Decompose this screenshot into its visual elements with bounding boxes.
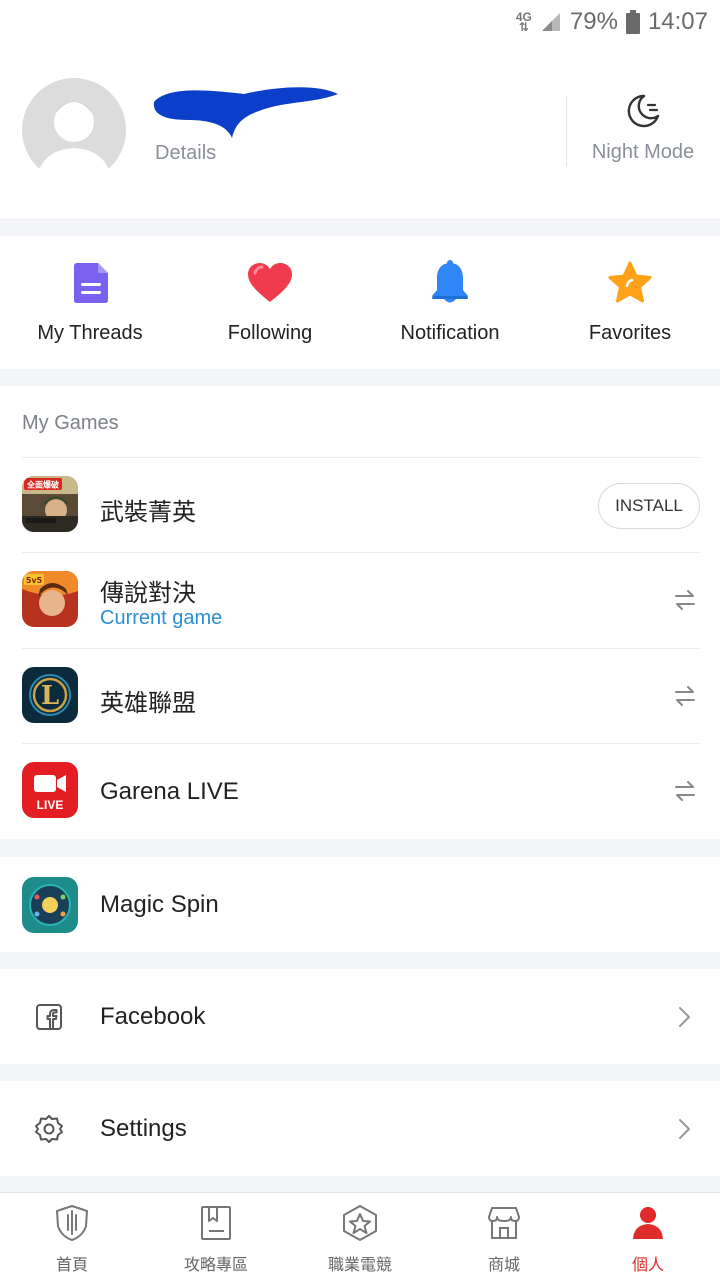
- book-icon: [201, 1206, 231, 1240]
- status-bar: 4G ⇅ 79% 14:07: [0, 0, 720, 46]
- moon-icon: [627, 94, 660, 128]
- settings-row[interactable]: Settings: [0, 1081, 720, 1176]
- following-label: Following: [227, 322, 313, 344]
- game-icon-arena-of-valor: 5v5: [22, 571, 78, 627]
- nav-esports[interactable]: 職業電競: [288, 1193, 432, 1280]
- star-badge-icon: [343, 1205, 377, 1241]
- gear-icon: [35, 1115, 63, 1143]
- nav-home-label: 首頁: [55, 1257, 88, 1274]
- svg-text:L: L: [41, 681, 59, 711]
- night-mode-label: Night Mode: [591, 141, 695, 163]
- facebook-row[interactable]: Facebook: [0, 969, 720, 1064]
- nav-guides-label: 攻略專區: [183, 1257, 248, 1274]
- game-name: 武裝菁英: [100, 499, 196, 526]
- game-name: 傳說對決: [100, 580, 196, 607]
- nav-guides[interactable]: 攻略專區: [144, 1193, 288, 1280]
- person-icon: [633, 1207, 663, 1239]
- following-button[interactable]: Following: [180, 236, 360, 369]
- current-game-label: Current game: [100, 607, 223, 629]
- bell-icon: [432, 260, 468, 303]
- my-games-section: My Games 全面爆破 武裝菁英 INSTALL 5v5 傳說對決 Curr…: [0, 386, 720, 839]
- favorites-label: Favorites: [588, 322, 672, 344]
- svg-text:5v5: 5v5: [26, 576, 43, 585]
- game-row[interactable]: 全面爆破 武裝菁英 INSTALL: [22, 457, 700, 552]
- network-indicator: 4G ⇅: [515, 10, 532, 34]
- game-row[interactable]: 5v5 傳說對決 Current game: [22, 552, 700, 647]
- favorites-button[interactable]: Favorites: [540, 236, 720, 369]
- game-row[interactable]: L 英雄聯盟: [22, 648, 700, 743]
- heart-icon: [248, 263, 292, 302]
- magic-spin-label: Magic Spin: [100, 891, 219, 918]
- switch-icon[interactable]: [674, 587, 696, 613]
- switch-icon[interactable]: [674, 683, 696, 709]
- default-avatar-icon: [36, 102, 112, 182]
- nav-profile-label: 個人: [631, 1257, 664, 1274]
- night-mode-toggle[interactable]: Night Mode: [580, 92, 706, 164]
- game-name: 英雄聯盟: [100, 690, 196, 717]
- nav-home[interactable]: 首頁: [0, 1193, 144, 1280]
- settings-label: Settings: [100, 1115, 187, 1142]
- notification-label: Notification: [400, 322, 500, 344]
- battery-percent: 79%: [569, 8, 618, 35]
- facebook-label: Facebook: [100, 1003, 206, 1030]
- divider: [566, 96, 567, 166]
- store-icon: [488, 1207, 520, 1239]
- battery-icon: [625, 10, 640, 34]
- game-name: Garena LIVE: [100, 778, 239, 805]
- nav-shop[interactable]: 商城: [432, 1193, 576, 1280]
- clock: 14:07: [647, 8, 708, 35]
- document-icon: [74, 263, 108, 303]
- nav-profile[interactable]: 個人: [576, 1193, 720, 1280]
- game-row[interactable]: LIVE Garena LIVE: [22, 743, 700, 838]
- nav-esports-label: 職業電競: [327, 1257, 392, 1274]
- avatar[interactable]: [22, 78, 126, 182]
- my-threads-label: My Threads: [37, 322, 143, 344]
- game-icon-league-of-legends: L: [22, 667, 78, 723]
- magic-spin-row[interactable]: Magic Spin: [0, 857, 720, 952]
- switch-icon[interactable]: [674, 778, 696, 804]
- quick-actions: My Threads Following Notification Favori…: [0, 236, 720, 369]
- my-threads-button[interactable]: My Threads: [0, 236, 180, 369]
- notification-button[interactable]: Notification: [360, 236, 540, 369]
- install-button[interactable]: INSTALL: [598, 483, 700, 529]
- details-link[interactable]: Details: [155, 142, 216, 165]
- signal-icon: [541, 13, 560, 31]
- chevron-right-icon: [679, 1007, 690, 1027]
- my-games-title: My Games: [22, 412, 119, 434]
- svg-text:LIVE: LIVE: [37, 798, 64, 812]
- profile-header: Details Night Mode: [0, 46, 720, 218]
- nav-shop-label: 商城: [487, 1257, 520, 1274]
- magic-spin-icon: [22, 877, 78, 933]
- chevron-right-icon: [679, 1119, 690, 1139]
- game-icon-garena-live: LIVE: [22, 762, 78, 818]
- svg-text:全面爆破: 全面爆破: [26, 480, 59, 490]
- bottom-navigation: 首頁 攻略專區 職業電競 商城 個人: [0, 1192, 720, 1280]
- star-icon: [608, 261, 652, 303]
- shield-sword-icon: [56, 1205, 88, 1241]
- facebook-icon: [36, 1004, 62, 1030]
- game-icon-armed-elite: 全面爆破: [22, 476, 78, 532]
